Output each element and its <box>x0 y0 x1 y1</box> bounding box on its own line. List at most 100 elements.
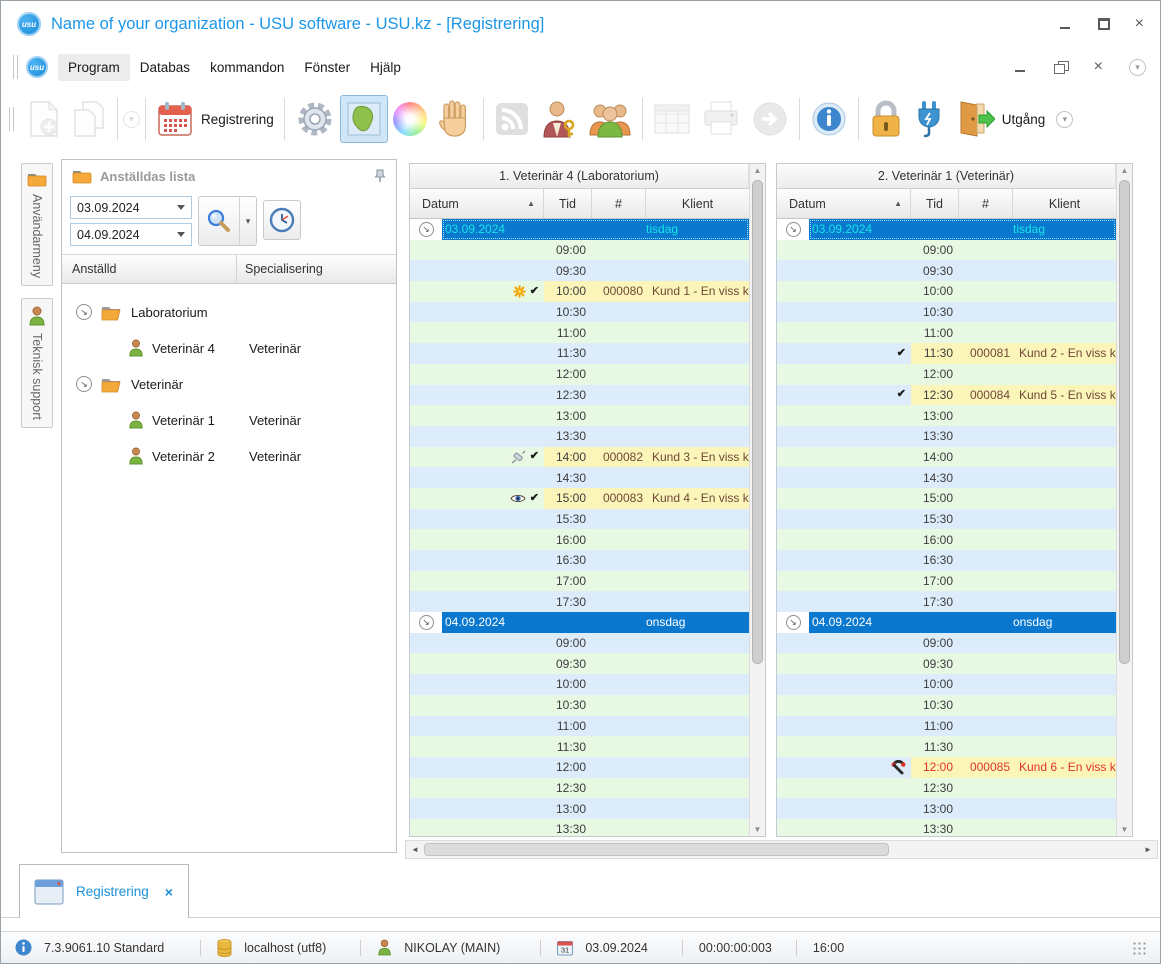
time-row[interactable]: 09:30 <box>777 653 1116 675</box>
time-row[interactable]: 11:00 <box>777 322 1116 344</box>
time-cell[interactable]: 13:30 <box>911 822 959 836</box>
client-cell[interactable]: Kund 3 - En viss kund <box>646 446 749 468</box>
date-to-input[interactable]: 04.09.2024 <box>70 223 192 246</box>
print-button[interactable] <box>696 95 746 143</box>
client-cell[interactable]: Kund 4 - En viss kund <box>646 487 749 509</box>
time-cell[interactable]: 10:30 <box>911 698 959 712</box>
time-row[interactable]: 12:30 <box>410 384 749 406</box>
time-row[interactable]: 16:30 <box>777 550 1116 571</box>
pin-icon[interactable] <box>374 169 386 183</box>
mdi-minimize-button[interactable] <box>1014 61 1028 73</box>
resize-grip[interactable] <box>1131 940 1146 955</box>
time-row[interactable]: 15:00 <box>777 487 1116 509</box>
menu-item-program[interactable]: Program <box>58 53 130 81</box>
column-tid[interactable]: Tid <box>911 189 959 218</box>
time-cell[interactable]: 09:30 <box>544 264 592 278</box>
time-row[interactable]: 10:30 <box>410 694 749 716</box>
column-number[interactable]: # <box>592 189 646 218</box>
time-row[interactable]: 13:30 <box>777 818 1116 836</box>
maximize-button[interactable] <box>1097 18 1111 30</box>
time-cell[interactable]: 11:30 <box>911 343 959 364</box>
utgang-button[interactable]: Utgång <box>950 95 1051 143</box>
horizontal-scrollbar[interactable]: ◄ ► <box>405 840 1158 859</box>
order-number-cell[interactable]: 000084 <box>959 384 1013 406</box>
connection-button[interactable] <box>908 95 950 143</box>
appointment-row[interactable]: ✔ 14:00000082Kund 3 - En viss kund <box>410 446 749 468</box>
appointment-row[interactable]: 12:00000085Kund 6 - En viss kund <box>777 756 1116 778</box>
time-cell[interactable]: 14:00 <box>544 446 592 468</box>
vertical-scrollbar[interactable]: ▲ ▼ <box>749 164 765 836</box>
close-button[interactable]: × <box>1135 16 1144 32</box>
time-row[interactable]: 13:00 <box>410 405 749 426</box>
time-row[interactable]: 13:00 <box>410 798 749 819</box>
time-cell[interactable]: 13:00 <box>911 409 959 423</box>
sort-ascending-icon[interactable]: ▲ <box>894 199 902 208</box>
time-cell[interactable]: 12:30 <box>911 781 959 795</box>
time-cell[interactable]: 14:30 <box>544 471 592 485</box>
collapse-icon[interactable]: ↘ <box>418 614 434 630</box>
time-cell[interactable]: 11:30 <box>544 346 592 360</box>
time-cell[interactable]: 10:00 <box>911 284 959 298</box>
minimize-button[interactable] <box>1059 18 1073 30</box>
time-row[interactable]: 11:30 <box>410 736 749 757</box>
scroll-down-icon[interactable]: ▼ <box>750 825 765 834</box>
time-cell[interactable]: 09:00 <box>911 243 959 257</box>
time-row[interactable]: 15:30 <box>777 508 1116 530</box>
appointment-row[interactable]: ✔ 12:30000084Kund 5 - En viss kund <box>777 384 1116 406</box>
column-klient[interactable]: Klient <box>646 189 749 218</box>
time-cell[interactable]: 13:00 <box>544 409 592 423</box>
time-row[interactable]: 16:00 <box>410 529 749 550</box>
time-row[interactable]: 17:00 <box>410 570 749 592</box>
search-button[interactable]: ▾ <box>198 196 257 246</box>
time-cell[interactable]: 16:30 <box>544 553 592 567</box>
time-row[interactable]: 11:00 <box>410 322 749 344</box>
records-options-icon[interactable]: ▾ <box>123 110 140 128</box>
time-cell[interactable]: 11:00 <box>911 719 959 733</box>
menu-item-databas[interactable]: Databas <box>130 54 200 81</box>
time-row[interactable]: 10:30 <box>410 301 749 323</box>
time-cell[interactable]: 17:30 <box>544 595 592 609</box>
menu-item-hjälp[interactable]: Hjälp <box>360 54 411 81</box>
collapse-icon[interactable]: ↘ <box>785 614 801 630</box>
time-cell[interactable]: 09:00 <box>544 243 592 257</box>
info-button[interactable] <box>805 95 853 143</box>
time-cell[interactable]: 09:30 <box>911 264 959 278</box>
lock-button[interactable] <box>864 95 908 143</box>
time-row[interactable]: 09:00 <box>777 239 1116 261</box>
scroll-left-icon[interactable]: ◄ <box>408 845 422 854</box>
menubar-options-icon[interactable]: ▾ <box>1129 58 1146 76</box>
time-cell[interactable]: 09:30 <box>544 657 592 671</box>
time-cell[interactable]: 14:00 <box>911 450 959 464</box>
table-view-button[interactable] <box>648 95 696 143</box>
tab-close-icon[interactable]: × <box>165 884 173 900</box>
time-cell[interactable]: 11:00 <box>544 326 592 340</box>
tab-registrering[interactable]: Registrering × <box>19 864 189 918</box>
time-cell[interactable]: 10:00 <box>911 677 959 691</box>
toolbar-overflow-icon[interactable]: ▾ <box>1056 110 1074 128</box>
time-cell[interactable]: 09:00 <box>544 636 592 650</box>
time-row[interactable]: 09:30 <box>777 260 1116 282</box>
time-row[interactable]: 10:00 <box>777 674 1116 695</box>
date-row[interactable]: ↘ 03.09.2024 tisdag <box>777 219 1116 240</box>
time-row[interactable]: 12:30 <box>410 777 749 799</box>
copy-record-button[interactable] <box>66 95 112 143</box>
order-number-cell[interactable]: 000085 <box>959 756 1013 778</box>
sort-ascending-icon[interactable]: ▲ <box>527 199 535 208</box>
column-specialisering[interactable]: Specialisering <box>237 262 396 276</box>
employee-columns-header[interactable]: Anställd Specialisering <box>62 254 396 284</box>
search-options-icon[interactable]: ▾ <box>239 197 256 245</box>
time-cell[interactable]: 12:30 <box>911 384 959 406</box>
sidebar-tab-anvandarmeny[interactable]: Användarmeny <box>21 163 53 287</box>
time-row[interactable]: 13:30 <box>410 818 749 836</box>
time-cell[interactable]: 11:30 <box>911 740 959 754</box>
schedule-button[interactable] <box>263 200 301 240</box>
time-cell[interactable]: 15:30 <box>544 512 592 526</box>
order-number-cell[interactable]: 000082 <box>592 446 646 468</box>
time-row[interactable]: 11:30 <box>777 736 1116 757</box>
time-cell[interactable]: 12:30 <box>544 388 592 402</box>
time-cell[interactable]: 09:00 <box>911 636 959 650</box>
client-cell[interactable]: Kund 1 - En viss kund <box>646 281 749 302</box>
time-row[interactable]: 10:00 <box>777 281 1116 302</box>
scroll-right-icon[interactable]: ► <box>1141 845 1155 854</box>
time-cell[interactable]: 12:30 <box>544 781 592 795</box>
